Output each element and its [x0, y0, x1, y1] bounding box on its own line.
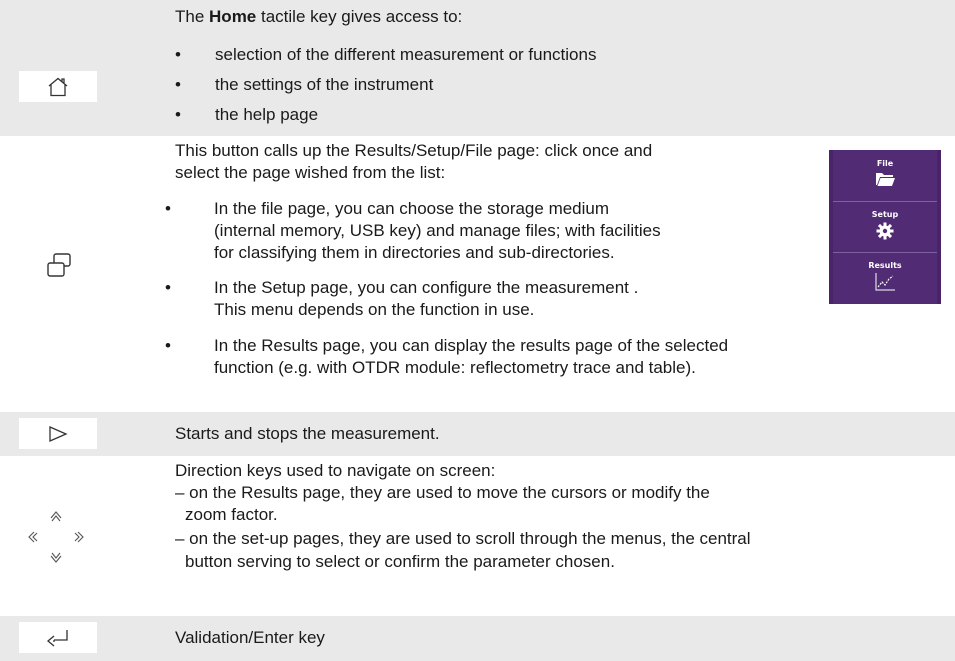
direction-keys-icon[interactable] [26, 506, 86, 568]
bullet: • [165, 336, 171, 355]
home-bullet-1: selection of the different measurement o… [215, 45, 597, 64]
direction-line-4: – on the set-up pages, they are used to … [175, 529, 751, 548]
home-icon [48, 77, 68, 96]
side-menu-panel: File Setup Results [829, 150, 941, 304]
direction-line-1: Direction keys used to navigate on scree… [175, 461, 496, 480]
home-bullet-2: the settings of the instrument [215, 75, 434, 94]
bullet: • [175, 105, 181, 124]
side-menu-results[interactable]: Results [833, 252, 937, 302]
left-arrow-icon [28, 531, 38, 543]
folder-icon [876, 173, 895, 186]
rsf-results-line-1: In the Results page, you can display the… [214, 336, 729, 355]
rsf-icon-cell [0, 138, 155, 410]
start-stop-text: Starts and stops the measurement. [175, 424, 440, 443]
direction-icon-cell [0, 458, 155, 600]
direction-line-3: zoom factor. [185, 505, 278, 524]
start-stop-icon-cell [0, 412, 155, 456]
rsf-file-line-3: for classifying them in directories and … [214, 243, 615, 262]
home-key[interactable] [19, 71, 97, 102]
results-setup-file-row: This button calls up the Results/Setup/F… [0, 138, 955, 410]
home-intro: The Home tactile key gives access to: [175, 7, 463, 26]
right-arrow-icon [74, 531, 84, 543]
side-menu-results-label: Results [868, 261, 902, 270]
gear-icon [876, 222, 894, 240]
enter-text: Validation/Enter key [175, 628, 325, 647]
up-arrow-icon [50, 511, 62, 522]
play-icon [49, 425, 68, 442]
enter-key-row: Validation/Enter key [0, 616, 955, 661]
direction-line-5: button serving to select or confirm the … [185, 552, 615, 571]
windows-icon[interactable] [45, 252, 73, 280]
rsf-file-line-2: (internal memory, USB key) and manage fi… [214, 221, 661, 240]
enter-icon-cell [0, 616, 155, 661]
rsf-setup-line-2: This menu depends on the function in use… [214, 300, 535, 319]
side-menu-file[interactable]: File [833, 150, 937, 200]
bullet: • [165, 199, 171, 218]
side-menu-setup-label: Setup [871, 210, 899, 219]
home-key-row: The Home tactile key gives access to: • … [0, 0, 955, 136]
side-menu-setup[interactable]: Setup [833, 201, 937, 251]
direction-line-2: – on the Results page, they are used to … [175, 483, 710, 502]
enter-icon [46, 629, 68, 646]
bullet: • [165, 278, 171, 297]
direction-keys-row: Direction keys used to navigate on scree… [0, 458, 955, 600]
start-stop-row: Starts and stops the measurement. [0, 412, 955, 456]
side-menu-file-label: File [876, 159, 894, 168]
side-menu-inner: File Setup Results [833, 150, 937, 304]
rsf-intro-line-2: select the page wished from the list: [175, 163, 446, 182]
bullet: • [175, 45, 181, 64]
down-arrow-icon [50, 552, 62, 563]
start-stop-key[interactable] [19, 418, 97, 449]
rsf-setup-line-1: In the Setup page, you can configure the… [214, 278, 639, 297]
chart-icon [875, 273, 895, 291]
rsf-file-line-1: In the file page, you can choose the sto… [214, 199, 610, 218]
rsf-intro-line-1: This button calls up the Results/Setup/F… [175, 141, 653, 160]
home-bullet-3: the help page [215, 105, 319, 124]
home-icon-cell [0, 0, 155, 136]
bullet: • [175, 75, 181, 94]
rsf-results-line-2: function (e.g. with OTDR module: reflect… [214, 358, 696, 377]
enter-key[interactable] [19, 622, 97, 653]
